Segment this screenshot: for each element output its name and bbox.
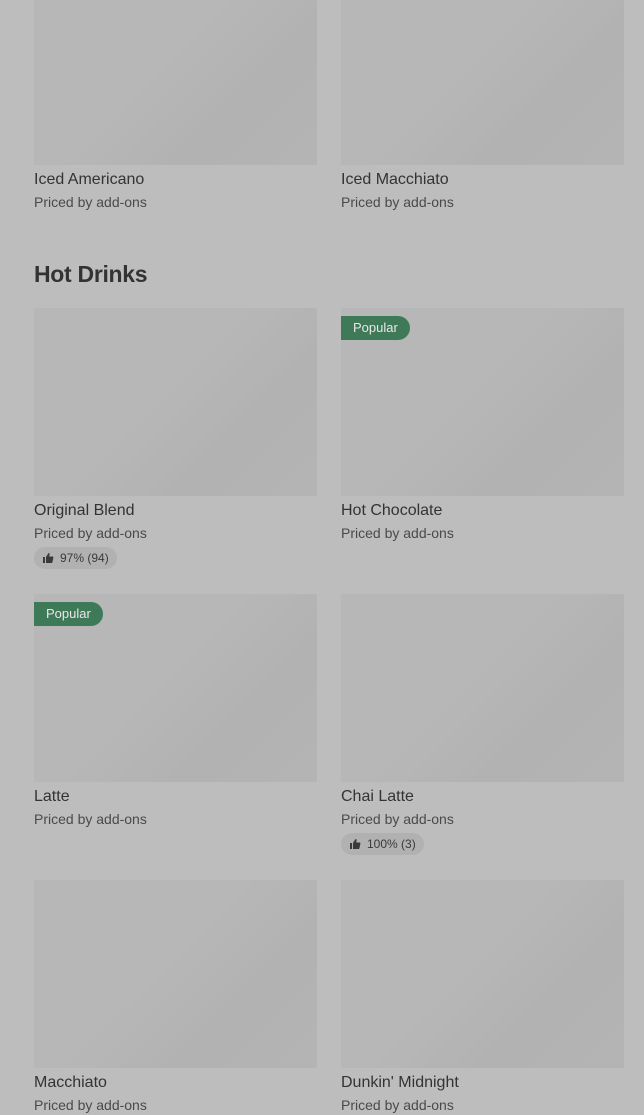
item-name: Dunkin' Midnight [341,1074,459,1091]
menu-item-card[interactable]: Dunkin' Midnight Priced by add-ons [341,880,624,1115]
item-image [341,880,624,1068]
item-image [341,0,624,165]
item-name: Hot Chocolate [341,502,443,519]
thumbs-up-icon [43,553,54,563]
menu-item-card[interactable]: Chai Latte Priced by add-ons 100% (3) [341,594,624,855]
rating-badge: 100% (3) [341,833,424,855]
item-name: Iced Americano [34,171,145,188]
item-name: Original Blend [34,502,135,519]
item-name: Macchiato [34,1074,107,1091]
item-price: Priced by add-ons [34,194,147,210]
item-image [34,308,317,496]
item-image [341,594,624,782]
item-price: Priced by add-ons [34,1097,147,1113]
menu-item-card[interactable]: Original Blend Priced by add-ons 97% (94… [34,308,317,569]
item-image [34,0,317,165]
thumbs-up-icon [350,839,361,849]
section-title: Hot Drinks [34,261,148,287]
popular-badge: Popular [34,602,103,626]
rating-text: 97% (94) [60,551,109,565]
item-price: Priced by add-ons [341,194,454,210]
item-price: Priced by add-ons [34,525,147,541]
menu-item-card[interactable]: Popular Hot Chocolate Priced by add-ons [341,308,624,543]
menu-item-card[interactable]: Iced Macchiato Priced by add-ons [341,0,624,212]
item-name: Latte [34,788,70,805]
item-price: Priced by add-ons [341,811,454,827]
menu-item-card[interactable]: Iced Americano Priced by add-ons [34,0,317,212]
item-image [34,880,317,1068]
item-price: Priced by add-ons [34,811,147,827]
popular-badge: Popular [341,316,410,340]
item-price: Priced by add-ons [341,525,454,541]
item-name: Iced Macchiato [341,171,449,188]
rating-badge: 97% (94) [34,547,117,569]
menu-item-card[interactable]: Popular Latte Priced by add-ons [34,594,317,829]
rating-text: 100% (3) [367,837,416,851]
item-name: Chai Latte [341,788,414,805]
menu-item-card[interactable]: Macchiato Priced by add-ons [34,880,317,1115]
item-price: Priced by add-ons [341,1097,454,1113]
